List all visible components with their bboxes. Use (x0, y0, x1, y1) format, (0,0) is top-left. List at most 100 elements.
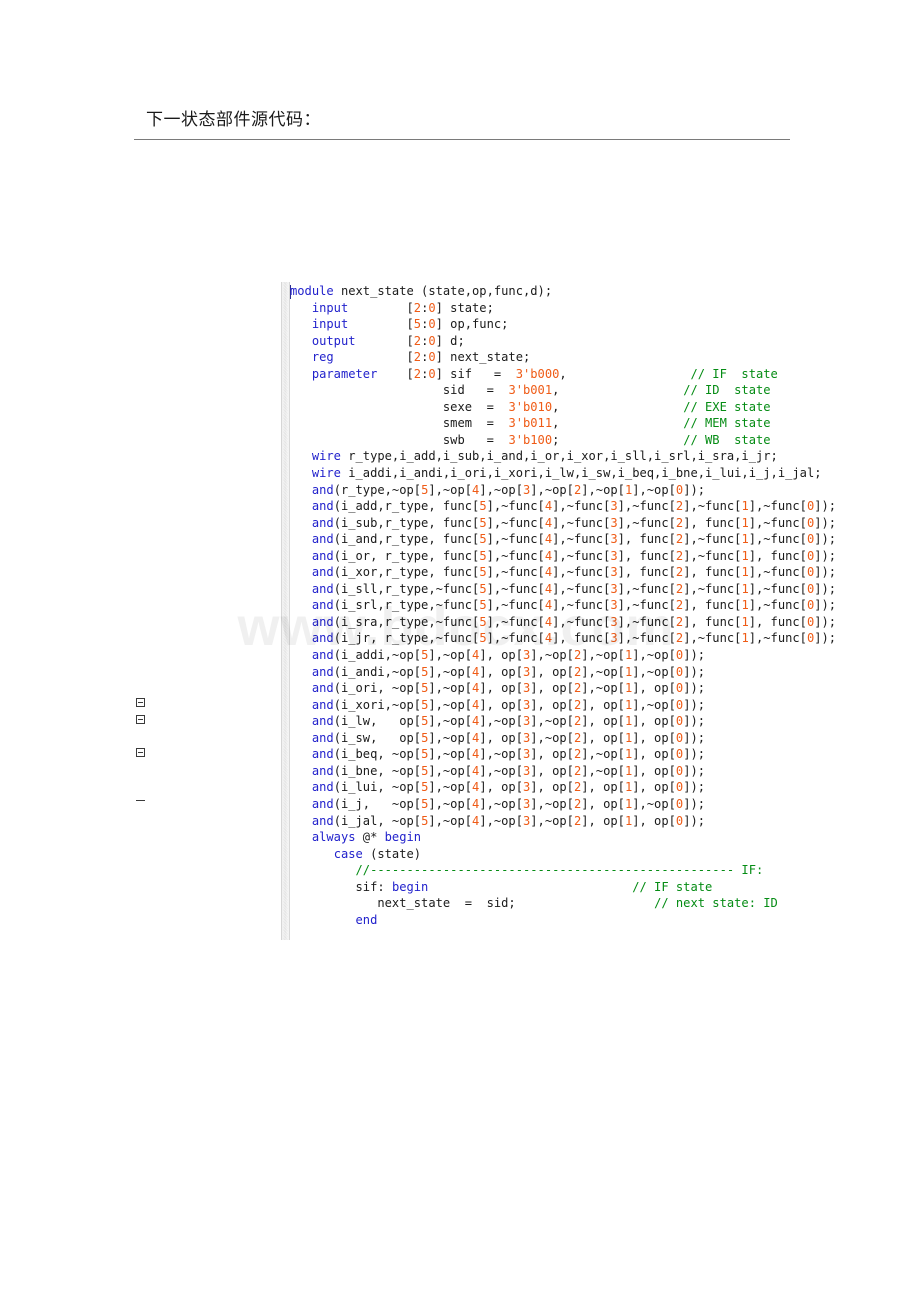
code-token-pln: ],~op[ (479, 714, 523, 729)
code-token-kw: parameter (311, 366, 378, 381)
code-token-pln: ],~op[ (428, 648, 473, 663)
code-token-cmt: // next state: ID (654, 896, 778, 911)
code-token-cmt: //--------------------------------------… (355, 863, 764, 878)
code-token-pln: ],~func[ (748, 581, 807, 596)
code-token-pln: ], op[ (632, 681, 676, 696)
code-token-pln (290, 334, 312, 348)
code-fold-marker[interactable] (136, 800, 145, 802)
code-fold-marker[interactable] (136, 715, 145, 724)
code-token-pln: ]); (683, 482, 706, 497)
code-token-pln (290, 731, 312, 745)
code-token-pln: ]); (814, 515, 837, 530)
code-token-num: 0 (428, 333, 436, 348)
code-token-pln: ],~func[ (486, 614, 545, 629)
code-token-pln (290, 549, 312, 563)
code-token-pln: ],~op[ (632, 796, 676, 811)
code-token-pln: ],~op[ (479, 482, 523, 497)
code-token-num: 5 (479, 598, 487, 613)
code-token-pln: (i_andi,~op[ (333, 664, 422, 679)
code-token-kw: wire (311, 466, 341, 481)
code-token-pln (290, 631, 312, 645)
code-token-pln (290, 615, 312, 629)
code-token-pln: ],~func[ (748, 598, 807, 613)
code-token-pln: ], op[ (530, 664, 574, 679)
code-token-pln: ],~op[ (479, 796, 523, 811)
code-token-kw: and (311, 614, 334, 629)
code-token-pln: ]); (683, 697, 706, 712)
page-heading: 下一状态部件源代码： (146, 110, 321, 130)
code-fold-marker[interactable] (136, 748, 145, 757)
code-line: input [5:0] op,func; (290, 316, 836, 333)
code-token-pln: ],~op[ (632, 664, 676, 679)
code-token-cmt: // IF state (690, 366, 778, 381)
code-token-num: 1 (741, 631, 749, 646)
code-token-pln: swb = (290, 432, 509, 447)
code-token-pln: ],~func[ (486, 565, 545, 580)
code-token-pln: ]); (683, 813, 706, 828)
code-token-pln (428, 880, 632, 894)
code-line: sid = 3'b001, // ID state (290, 382, 836, 399)
code-token-pln: ] state; (435, 300, 494, 315)
code-fold-marker[interactable] (136, 698, 145, 707)
code-token-cmt: // ID state (683, 383, 771, 398)
code-token-num: 0 (428, 300, 436, 315)
code-token-kw: case (333, 846, 363, 861)
code-token-pln: ],~func[ (617, 515, 676, 530)
code-token-pln: ],~func[ (486, 598, 545, 613)
code-token-num: 3'b011 (508, 416, 553, 431)
code-token-pln: ],~op[ (428, 730, 473, 745)
code-token-kw: and (311, 664, 334, 679)
code-token-pln: ],~func[ (552, 565, 611, 580)
code-token-kw: always (311, 830, 356, 845)
code-token-kw: module (290, 284, 334, 298)
code-token-pln: (i_sll,r_type,~func[ (333, 581, 480, 596)
code-token-pln: ],~op[ (581, 648, 625, 663)
code-token-pln (290, 913, 356, 927)
document-page: 下一状态部件源代码： module next_state (state,op,f… (0, 0, 920, 1302)
code-token-pln: ]); (683, 714, 706, 729)
code-token-pln: ] sif = (435, 366, 516, 381)
code-token-pln: ], func[ (748, 614, 807, 629)
code-token-pln: ],~func[ (748, 631, 807, 646)
code-token-num: 3'b000 (515, 366, 560, 381)
editor-gutter-strip[interactable] (281, 282, 290, 940)
code-token-pln (290, 747, 312, 761)
code-token-pln: ], op[ (632, 714, 676, 729)
code-token-pln: sid = (290, 383, 509, 398)
code-token-kw: begin (384, 830, 422, 845)
code-token-pln: ], op[ (530, 681, 574, 696)
code-token-pln: ]); (814, 565, 837, 580)
code-token-pln: ]); (814, 614, 837, 629)
code-token-pln (290, 466, 312, 480)
code-token-pln: ],~func[ (552, 515, 611, 530)
code-token-pln: ],~op[ (581, 763, 625, 778)
code-token-pln: ],~func[ (617, 581, 676, 596)
code-line: and(i_add,r_type, func[5],~func[4],~func… (290, 498, 836, 515)
code-token-pln: ] d; (435, 333, 465, 348)
code-token-pln: ], op[ (632, 763, 676, 778)
code-token-num: 0 (428, 350, 436, 365)
code-token-pln (559, 433, 683, 447)
code-token-pln: , (559, 366, 567, 381)
code-token-pln: ], op[ (479, 780, 523, 795)
code-token-pln: ], op[ (581, 714, 625, 729)
code-token-pln (290, 698, 312, 712)
code-token-num: 2 (413, 300, 422, 315)
code-token-pln: ],~func[ (486, 532, 545, 547)
code-token-pln: ],~func[ (552, 499, 611, 514)
code-token-pln: ],~func[ (683, 581, 742, 596)
code-line: output [2:0] d; (290, 333, 836, 350)
code-token-num: 1 (741, 499, 749, 514)
code-token-pln: (state) (362, 846, 422, 861)
code-token-pln: @* (355, 830, 385, 845)
code-token-pln: ], op[ (530, 763, 574, 778)
code-token-kw: and (311, 681, 334, 696)
code-token-pln: [ (355, 333, 414, 348)
code-token-pln (290, 483, 312, 497)
code-token-pln: ]); (814, 598, 837, 613)
code-token-kw: and (311, 532, 334, 547)
code-token-pln: next_state = sid; (290, 896, 516, 911)
code-token-pln: ],~func[ (486, 515, 545, 530)
code-token-pln: ], op[ (632, 813, 676, 828)
code-token-pln (290, 847, 334, 861)
